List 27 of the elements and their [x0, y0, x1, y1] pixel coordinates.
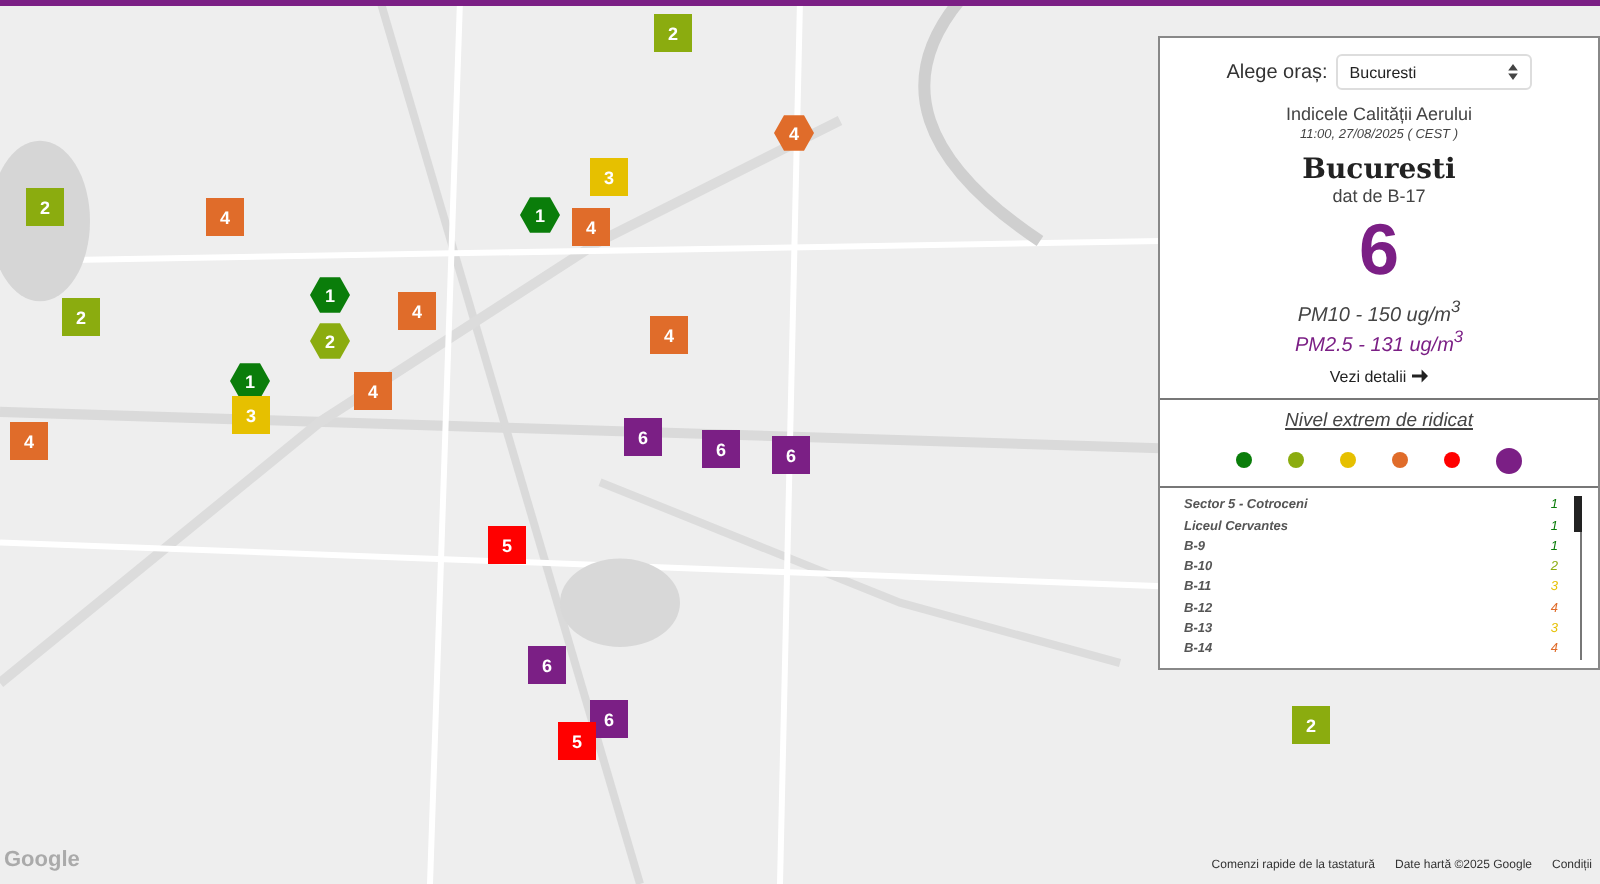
aqi-marker[interactable]: 6 — [624, 418, 662, 456]
aqi-marker[interactable]: 6 — [772, 436, 810, 474]
panel-title: Indicele Calității Aerului — [1285, 104, 1473, 124]
aqi-marker[interactable]: 6 — [528, 646, 566, 684]
aqi-marker[interactable]: 4 — [206, 198, 244, 236]
aqi-marker[interactable]: 4 — [354, 372, 392, 410]
city-select[interactable]: Bucuresti — [1335, 54, 1532, 90]
city-select-label: Alege oraș: — [1226, 61, 1328, 83]
source-label: dat de B-17 — [1332, 186, 1426, 206]
aqi-marker[interactable]: 5 — [488, 526, 526, 564]
aqi-marker[interactable]: 4 — [10, 422, 48, 460]
aqi-marker[interactable]: 6 — [702, 430, 740, 468]
aqi-marker[interactable]: 6 — [590, 700, 628, 738]
aqi-value: 6 — [1358, 210, 1400, 290]
pm25-reading: PM2.5 - 131 ug/m$^{3}$ — [1294, 326, 1464, 358]
scrollbar-thumb[interactable] — [1574, 495, 1582, 532]
arrow-right-icon — [1412, 368, 1429, 385]
updown-arrows-icon — [1507, 64, 1518, 80]
aqi-marker[interactable]: 4 — [650, 316, 688, 354]
city-name: Bucuresti — [1302, 154, 1456, 186]
pm10-reading: PM10 - 150 ug/m$^{3}$ — [1297, 296, 1461, 327]
aqi-marker[interactable]: 4 — [572, 208, 610, 246]
aqi-marker[interactable]: 5 — [558, 722, 596, 760]
google-logo: Google — [4, 848, 80, 872]
aqi-marker[interactable]: 4 — [398, 292, 436, 330]
details-link[interactable]: Vezi detalii — [1329, 367, 1429, 386]
level-name: Nivel extrem de ridicat — [1285, 409, 1473, 432]
